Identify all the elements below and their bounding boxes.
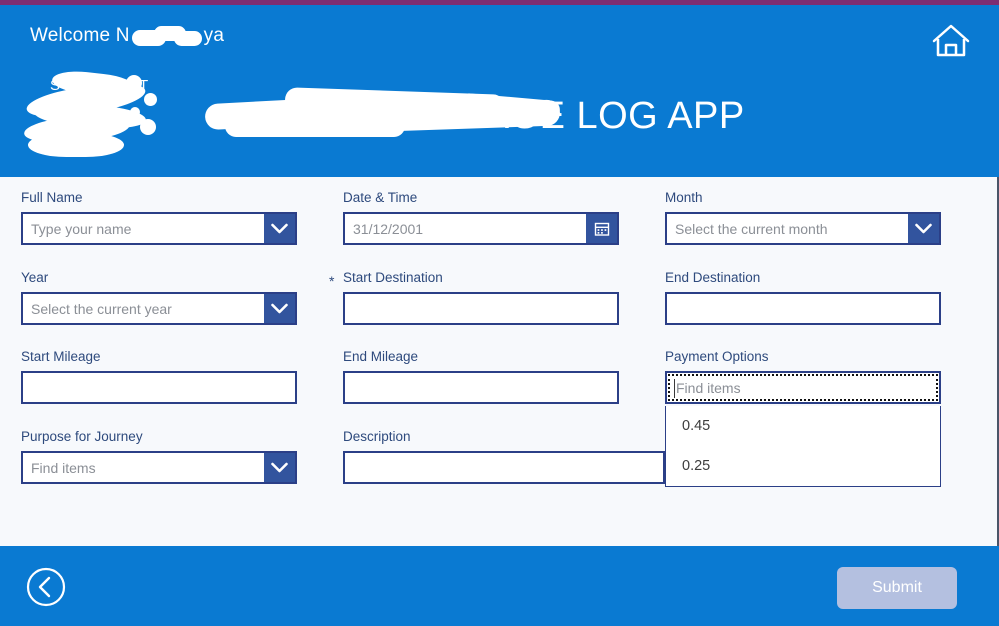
payment-options-combobox[interactable]: Find items bbox=[665, 371, 941, 404]
required-asterisk: * bbox=[329, 273, 335, 289]
purpose-for-journey-placeholder: Find items bbox=[31, 459, 96, 476]
page-title: MILEAGE LOG APP bbox=[205, 95, 745, 138]
app-header: Welcome N ya SYSTEMS IT MILEAGE LOG APP bbox=[0, 5, 999, 177]
full-name-dropdown[interactable]: Type your name bbox=[21, 212, 297, 245]
label-end-mileage: End Mileage bbox=[343, 349, 419, 364]
label-payment-options: Payment Options bbox=[665, 349, 769, 364]
company-logo-text: SYSTEMS IT bbox=[50, 77, 150, 94]
label-end-destination: End Destination bbox=[665, 270, 761, 285]
form-area: Full Name Type your name Date & Time 31/… bbox=[0, 177, 999, 546]
app-footer: Submit bbox=[0, 546, 999, 626]
end-mileage-input[interactable] bbox=[343, 371, 619, 404]
chevron-down-icon[interactable] bbox=[264, 294, 295, 323]
welcome-message: Welcome N ya bbox=[30, 25, 224, 47]
field-end-mileage: End Mileage bbox=[343, 349, 619, 404]
calendar-icon[interactable] bbox=[586, 214, 617, 243]
welcome-suffix: ya bbox=[203, 25, 225, 46]
label-date-time: Date & Time bbox=[343, 190, 418, 205]
field-description: Description bbox=[343, 429, 665, 484]
label-month: Month bbox=[665, 190, 703, 205]
date-time-placeholder: 31/12/2001 bbox=[353, 220, 424, 237]
chevron-down-icon[interactable] bbox=[264, 214, 295, 243]
field-start-mileage: Start Mileage bbox=[21, 349, 297, 404]
field-payment-options: Payment Options Find items 0.45 0.25 bbox=[665, 349, 941, 487]
label-start-mileage: Start Mileage bbox=[21, 349, 101, 364]
field-start-destination: * Start Destination bbox=[329, 270, 619, 325]
field-month: Month Select the current month bbox=[665, 190, 941, 245]
submit-button[interactable]: Submit bbox=[837, 567, 957, 609]
month-placeholder: Select the current month bbox=[675, 220, 828, 237]
start-mileage-input[interactable] bbox=[21, 371, 297, 404]
purpose-for-journey-dropdown[interactable]: Find items bbox=[21, 451, 297, 484]
list-item[interactable]: 0.45 bbox=[666, 406, 940, 446]
field-year: Year Select the current year bbox=[21, 270, 297, 325]
mileage-log-app: Welcome N ya SYSTEMS IT MILEAGE LOG APP F… bbox=[0, 0, 999, 626]
redacted-name-overlay bbox=[130, 26, 204, 46]
welcome-prefix: Welcome N bbox=[30, 25, 130, 46]
label-start-destination: Start Destination bbox=[343, 270, 443, 285]
start-destination-input[interactable] bbox=[343, 292, 619, 325]
label-year: Year bbox=[21, 270, 49, 285]
field-full-name: Full Name Type your name bbox=[21, 190, 297, 245]
label-description: Description bbox=[343, 429, 411, 444]
field-date-time: Date & Time 31/12/2001 bbox=[343, 190, 619, 245]
payment-options-dropdown-list: 0.45 0.25 bbox=[665, 406, 941, 487]
page-title-text: MILEAGE LOG APP bbox=[392, 95, 745, 137]
chevron-down-icon[interactable] bbox=[264, 453, 295, 482]
home-icon[interactable] bbox=[931, 22, 971, 60]
date-time-input[interactable]: 31/12/2001 bbox=[343, 212, 619, 245]
year-placeholder: Select the current year bbox=[31, 300, 172, 317]
list-item[interactable]: 0.25 bbox=[666, 446, 940, 486]
month-dropdown[interactable]: Select the current month bbox=[665, 212, 941, 245]
label-purpose-for-journey: Purpose for Journey bbox=[21, 429, 143, 444]
end-destination-input[interactable] bbox=[665, 292, 941, 325]
year-dropdown[interactable]: Select the current year bbox=[21, 292, 297, 325]
payment-options-placeholder: Find items bbox=[676, 379, 741, 396]
label-full-name: Full Name bbox=[21, 190, 83, 205]
chevron-down-icon[interactable] bbox=[908, 214, 939, 243]
field-end-destination: End Destination bbox=[665, 270, 941, 325]
field-purpose-for-journey: Purpose for Journey Find items bbox=[21, 429, 297, 484]
back-button[interactable] bbox=[26, 567, 66, 607]
description-input[interactable] bbox=[343, 451, 665, 484]
full-name-placeholder: Type your name bbox=[31, 220, 132, 237]
text-caret bbox=[674, 379, 675, 398]
